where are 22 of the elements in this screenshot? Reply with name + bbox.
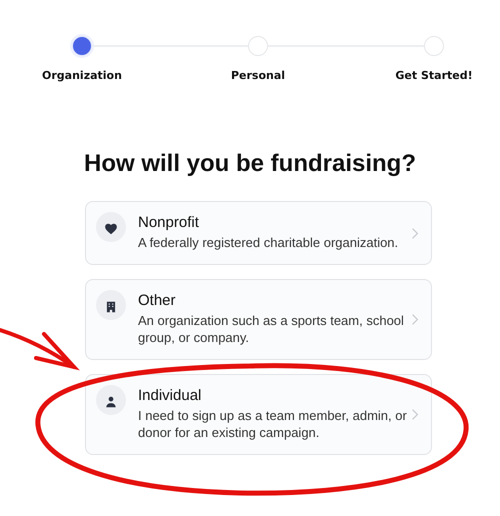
option-description: I need to sign up as a team member, admin, or donor for an existing campaign. <box>138 406 407 442</box>
step-label: Personal <box>230 69 286 82</box>
icon-background <box>96 290 126 320</box>
building-icon <box>104 300 118 314</box>
step-label: Get Started! <box>394 69 474 82</box>
icon-background <box>96 384 126 415</box>
chevron-right-icon <box>411 408 419 422</box>
option-card[interactable]: Nonprofit A federally registered charitable organization. <box>85 201 432 265</box>
option-card[interactable]: Other An organization such as a sports team, school group, or company. <box>85 278 432 360</box>
page-heading: How will you be fundraising? <box>82 150 417 178</box>
step-label: Organization <box>41 69 123 82</box>
chevron-right-icon <box>411 313 419 326</box>
chevron-right-icon <box>411 226 419 240</box>
option-card[interactable]: Individual I need to sign up as a team member, admin, or donor for an existing campaign. <box>85 374 432 455</box>
option-title: Nonprofit <box>138 214 200 231</box>
person-icon <box>104 394 118 409</box>
option-title: Other <box>138 292 177 309</box>
heart-icon <box>104 222 118 236</box>
icon-background <box>96 212 126 242</box>
option-title: Individual <box>138 386 202 404</box>
option-description: An organization such as a sports team, school group, or company. <box>138 312 405 347</box>
option-description: A federally registered charitable organization. <box>138 234 398 252</box>
